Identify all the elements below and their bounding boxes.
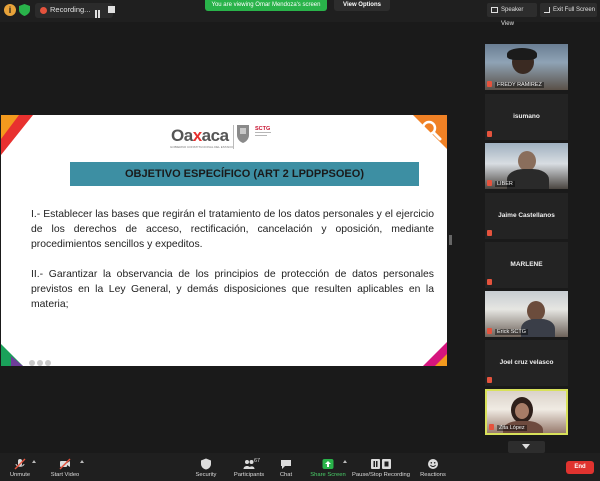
- caret-up-icon[interactable]: [80, 460, 84, 463]
- caret-up-icon[interactable]: [32, 460, 36, 463]
- participants-button[interactable]: 67 Participants: [230, 453, 268, 481]
- chat-button[interactable]: Chat: [274, 453, 298, 481]
- participant-tile[interactable]: MARLENE: [485, 242, 568, 288]
- logo-separator: [233, 125, 234, 149]
- recording-dot-icon: [40, 7, 47, 14]
- objective-paragraph-1: I.- Establecer las bases que regirán el …: [31, 209, 434, 250]
- participants-label: Participants: [233, 472, 265, 478]
- view-options-button[interactable]: View Options: [334, 0, 390, 11]
- sctg-logo: SCTG ▬▬▬▬▬▬▬▬ ▬▬▬▬▬▬: [255, 126, 271, 137]
- speaker-view-button[interactable]: Speaker View: [487, 3, 537, 27]
- muted-mic-icon: [487, 180, 492, 186]
- stop-recording-button[interactable]: [108, 6, 115, 13]
- exit-full-screen-icon: [544, 7, 550, 13]
- pause-recording-button[interactable]: [95, 5, 102, 18]
- participant-name: Jaime Castellanos: [498, 212, 555, 219]
- participant-name: Zita López: [497, 425, 527, 431]
- shield-icon[interactable]: [19, 4, 30, 16]
- exit-full-screen-label: Exit Full Screen: [553, 7, 596, 13]
- pause-stop-icon: [371, 459, 391, 469]
- resize-handle[interactable]: [449, 235, 452, 245]
- chat-label: Chat: [279, 472, 293, 478]
- unmute-button[interactable]: Unmute: [4, 453, 36, 481]
- meeting-toolbar: Unmute Start Video Security 67 Participa…: [0, 453, 600, 481]
- participant-name: Erick SCTG: [495, 329, 529, 335]
- participant-tile[interactable]: Jaime Castellanos: [485, 193, 568, 239]
- slide-corner-decoration: [435, 354, 447, 366]
- start-video-label: Start Video: [50, 472, 80, 478]
- pause-stop-recording-button[interactable]: Pause/Stop Recording: [352, 453, 410, 481]
- objective-paragraph-2: II.- Garantizar la observancia de los pr…: [31, 269, 434, 310]
- reactions-button[interactable]: Reactions: [417, 453, 449, 481]
- reactions-label: Reactions: [420, 472, 446, 478]
- participant-name: Joel cruz velasco: [499, 359, 554, 366]
- slide-corner-decoration: [1, 115, 19, 139]
- participant-name: FREDY RAMIREZ: [495, 82, 544, 88]
- unmute-label: Unmute: [9, 472, 31, 478]
- participant-tile[interactable]: FREDY RAMIREZ: [485, 44, 568, 90]
- share-screen-button[interactable]: Share Screen: [309, 453, 347, 481]
- muted-mic-icon: [487, 131, 492, 137]
- participant-tile[interactable]: Joel cruz velasco: [485, 340, 568, 386]
- video-off-icon: [59, 458, 71, 470]
- security-label: Security: [195, 472, 217, 478]
- shared-screen-slide: Oaxaca GOBIERNO CONSTITUCIONAL DEL ESTAD…: [1, 115, 447, 366]
- muted-mic-icon: [487, 377, 492, 383]
- security-button[interactable]: Security: [191, 453, 221, 481]
- caret-up-icon[interactable]: [343, 460, 347, 463]
- share-screen-icon: [322, 459, 334, 469]
- reactions-smiley-icon: [428, 459, 438, 469]
- speaker-view-label: Speaker View: [501, 7, 524, 27]
- muted-microphone-icon: [14, 458, 26, 470]
- speaker-view-icon: [491, 7, 498, 13]
- scroll-down-button[interactable]: [508, 441, 545, 453]
- slide-dots-decoration: [29, 353, 55, 366]
- participant-tile[interactable]: isumano: [485, 94, 568, 140]
- muted-mic-icon: [487, 230, 492, 236]
- participant-name: MARLENE: [510, 261, 543, 268]
- chat-icon: [281, 460, 291, 469]
- chevron-down-icon: [522, 444, 530, 449]
- pause-stop-recording-label: Pause/Stop Recording: [352, 472, 411, 478]
- oaxaca-logo: Oaxaca GOBIERNO CONSTITUCIONAL DEL ESTAD…: [170, 126, 233, 149]
- share-screen-label: Share Screen: [310, 472, 346, 478]
- muted-mic-icon: [487, 81, 492, 87]
- security-shield-icon: [201, 458, 211, 470]
- state-seal-icon: [237, 125, 249, 143]
- muted-mic-icon: [489, 424, 494, 430]
- objective-title: OBJETIVO ESPECÍFICO (ART 2 LPDPPSOEO): [70, 162, 419, 186]
- zoom-meeting-window: i Recording... You are viewing Omar Mend…: [0, 0, 600, 481]
- info-icon[interactable]: i: [4, 4, 16, 16]
- magnifier-icon: [421, 120, 442, 141]
- exit-full-screen-button[interactable]: Exit Full Screen: [540, 3, 597, 17]
- recording-label: Recording...: [50, 5, 91, 14]
- participant-name: isumano: [513, 113, 540, 120]
- top-bar: i Recording... You are viewing Omar Mend…: [0, 0, 600, 27]
- end-meeting-button[interactable]: End: [566, 461, 594, 474]
- muted-mic-icon: [487, 279, 492, 285]
- slide-corner-decoration: [11, 356, 23, 366]
- start-video-button[interactable]: Start Video: [46, 453, 84, 481]
- muted-mic-icon: [487, 328, 492, 334]
- viewing-screen-banner: You are viewing Omar Mendoza's screen: [205, 0, 327, 11]
- participant-tile[interactable]: LIBER: [485, 143, 568, 189]
- participant-tile-active-speaker[interactable]: Zita López: [485, 389, 568, 435]
- participants-count: 67: [254, 458, 261, 464]
- participant-name: LIBER: [495, 181, 515, 187]
- participant-tile[interactable]: Erick SCTG: [485, 291, 568, 337]
